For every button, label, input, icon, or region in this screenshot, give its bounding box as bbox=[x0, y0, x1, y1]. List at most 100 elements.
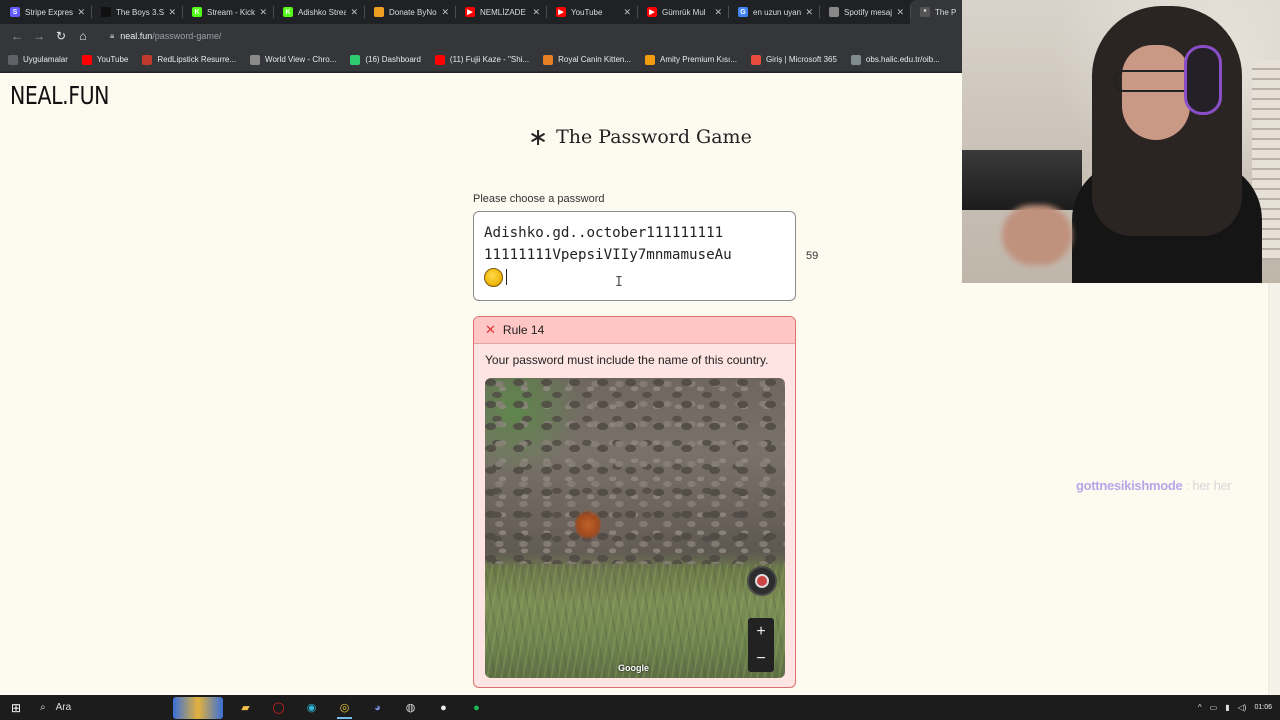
edge-icon[interactable]: ◉ bbox=[295, 695, 328, 720]
tab-title: The P bbox=[935, 7, 957, 17]
close-tab-icon[interactable]: ✕ bbox=[350, 7, 358, 18]
tab-title: Donate ByNo bbox=[389, 7, 437, 17]
bookmark-item[interactable]: obs.halic.edu.tr/oib... bbox=[850, 54, 940, 65]
home-icon[interactable]: ⌂ bbox=[72, 25, 94, 47]
chat-message: gottnesikishmode : her her bbox=[1076, 478, 1232, 493]
rule-label: Rule 14 bbox=[502, 323, 545, 337]
opera-icon[interactable]: ◯ bbox=[262, 695, 295, 720]
bookmark-item[interactable]: YouTube bbox=[81, 54, 129, 65]
bookmark-label: obs.halic.edu.tr/oib... bbox=[865, 55, 940, 64]
site-logo[interactable]: NEAL.FUN bbox=[10, 81, 110, 110]
close-tab-icon[interactable]: ✕ bbox=[532, 7, 540, 18]
browser-tab[interactable]: ▶ Gümrük Mul ✕ bbox=[637, 0, 728, 24]
browser-tab[interactable]: Gen uzun uyan ✕ bbox=[728, 0, 819, 24]
obs-icon[interactable]: ● bbox=[427, 695, 460, 720]
glasses bbox=[1114, 70, 1194, 92]
bookmark-icon bbox=[350, 54, 361, 65]
clock[interactable]: 01:06 bbox=[1254, 704, 1272, 712]
kick-icon: K bbox=[283, 7, 293, 17]
bookmark-item[interactable]: Royal Canin Kitten... bbox=[543, 54, 631, 65]
asterisk-icon: ∗ bbox=[528, 123, 549, 151]
page-title: ∗ The Password Game bbox=[528, 123, 752, 151]
back-icon[interactable]: ← bbox=[6, 25, 28, 47]
microphone-icon[interactable]: ▮ bbox=[1225, 703, 1229, 712]
password-input[interactable]: Adishko.gd..october111111111 11111111Vpe… bbox=[473, 211, 796, 301]
search-icon: ⌕ bbox=[40, 702, 46, 713]
browser-tab[interactable]: Donate ByNo ✕ bbox=[364, 0, 455, 24]
browser-tab[interactable]: ▶ NEMLİZADE ✕ bbox=[455, 0, 546, 24]
shelf bbox=[962, 150, 1082, 210]
street-view-camera-icon[interactable] bbox=[747, 566, 777, 596]
bookmark-label: Amity Premium Kısı... bbox=[660, 55, 737, 64]
close-tab-icon[interactable]: ✕ bbox=[259, 7, 267, 18]
rule-header: ✕ Rule 14 bbox=[474, 317, 795, 344]
street-view-image[interactable]: + − Google bbox=[485, 378, 785, 678]
tab-title: The Boys 3.Sez bbox=[116, 7, 165, 17]
headset-icon bbox=[1184, 45, 1222, 115]
bookmark-item[interactable]: Uygulamalar bbox=[8, 54, 68, 65]
close-tab-icon[interactable]: ✕ bbox=[805, 7, 813, 18]
bookmark-item[interactable]: Giriş | Microsoft 365 bbox=[750, 54, 837, 65]
close-tab-icon[interactable]: ✕ bbox=[441, 7, 449, 18]
file-explorer-icon[interactable]: ▰ bbox=[229, 695, 262, 720]
close-tab-icon[interactable]: ✕ bbox=[714, 7, 722, 18]
bookmark-item[interactable]: (11) Fujii Kaze - "Shi... bbox=[434, 54, 529, 65]
bookmark-item[interactable]: RedLipstick Resurre... bbox=[142, 54, 237, 65]
discord-icon[interactable]: ◕ bbox=[361, 695, 394, 720]
globe-icon bbox=[850, 54, 861, 65]
bookmark-icon bbox=[250, 54, 261, 65]
stripe-icon: S bbox=[10, 7, 20, 17]
zoom-out-button[interactable]: − bbox=[756, 650, 765, 668]
bookmark-label: Giriş | Microsoft 365 bbox=[765, 55, 837, 64]
bookmark-label: Uygulamalar bbox=[23, 55, 68, 64]
bookmark-icon bbox=[543, 54, 554, 65]
site-icon bbox=[101, 7, 111, 17]
password-line-1: Adishko.gd..october111111111 bbox=[484, 225, 724, 241]
network-icon[interactable]: ▭ bbox=[1210, 703, 1218, 712]
browser-tab[interactable]: ▶ YouTube ✕ bbox=[546, 0, 637, 24]
zoom-in-button[interactable]: + bbox=[756, 623, 765, 641]
close-tab-icon[interactable]: ✕ bbox=[623, 7, 631, 18]
close-tab-icon[interactable]: ✕ bbox=[896, 7, 904, 18]
game-thumbnail-icon[interactable] bbox=[173, 696, 223, 719]
browser-tab[interactable]: K Adishko Stream✕ bbox=[273, 0, 364, 24]
windows-start-icon[interactable]: ⊞ bbox=[0, 695, 32, 720]
tab-title: Gümrük Mul bbox=[662, 7, 706, 17]
microsoft-icon bbox=[750, 54, 761, 65]
close-icon: ✕ bbox=[485, 322, 496, 337]
youtube-icon: ▶ bbox=[465, 7, 475, 17]
browser-tab[interactable]: * The P bbox=[910, 0, 962, 24]
browser-tab[interactable]: K Stream - Kick ✕ bbox=[182, 0, 273, 24]
bookmark-item[interactable]: Amity Premium Kısı... bbox=[645, 54, 737, 65]
browser-tab[interactable]: S Stripe Express ✕ bbox=[0, 0, 91, 24]
close-tab-icon[interactable]: ✕ bbox=[77, 7, 85, 18]
volume-icon[interactable]: ◁) bbox=[1238, 703, 1247, 712]
app-icon[interactable]: ◍ bbox=[394, 695, 427, 720]
bookmark-label: World View - Chro... bbox=[265, 55, 337, 64]
bookmark-label: RedLipstick Resurre... bbox=[157, 55, 237, 64]
youtube-icon bbox=[434, 54, 445, 65]
bookmark-item[interactable]: World View - Chro... bbox=[250, 54, 337, 65]
youtube-icon bbox=[81, 54, 92, 65]
reload-icon[interactable]: ↻ bbox=[50, 25, 72, 47]
browser-tab[interactable]: The Boys 3.Sez✕ bbox=[91, 0, 182, 24]
donate-icon bbox=[374, 7, 384, 17]
browser-tab[interactable]: Spotify mesaj ✕ bbox=[819, 0, 910, 24]
windows-taskbar: ⊞ ⌕ Ara ▰ ◯ ◉ ◎ ◕ ◍ ● ● ^ ▭ ▮ ◁) 01:06 bbox=[0, 695, 1280, 720]
bookmark-label: YouTube bbox=[96, 55, 129, 64]
youtube-icon: ▶ bbox=[647, 7, 657, 17]
tab-title: Stripe Express bbox=[25, 7, 74, 17]
forward-icon[interactable]: → bbox=[28, 25, 50, 47]
chrome-icon[interactable]: ◎ bbox=[328, 695, 361, 720]
taskbar-search[interactable]: ⌕ Ara bbox=[32, 695, 167, 720]
spotify-icon[interactable]: ● bbox=[460, 695, 493, 720]
neal-fun-icon: * bbox=[920, 7, 930, 17]
taskbar-search-placeholder: Ara bbox=[55, 702, 72, 713]
password-line-2: 11111111VpepsiVIIy7mnmamuseAu bbox=[484, 247, 732, 263]
address-bar[interactable]: 🔒︎ neal.fun/password-game/ bbox=[100, 26, 960, 46]
close-tab-icon[interactable]: ✕ bbox=[168, 7, 176, 18]
chevron-up-icon[interactable]: ^ bbox=[1198, 703, 1202, 712]
bookmark-label: (16) Dashboard bbox=[365, 55, 421, 64]
bookmark-item[interactable]: (16) Dashboard bbox=[350, 54, 421, 65]
rule-card: ✕ Rule 14 Your password must include the… bbox=[473, 316, 796, 688]
